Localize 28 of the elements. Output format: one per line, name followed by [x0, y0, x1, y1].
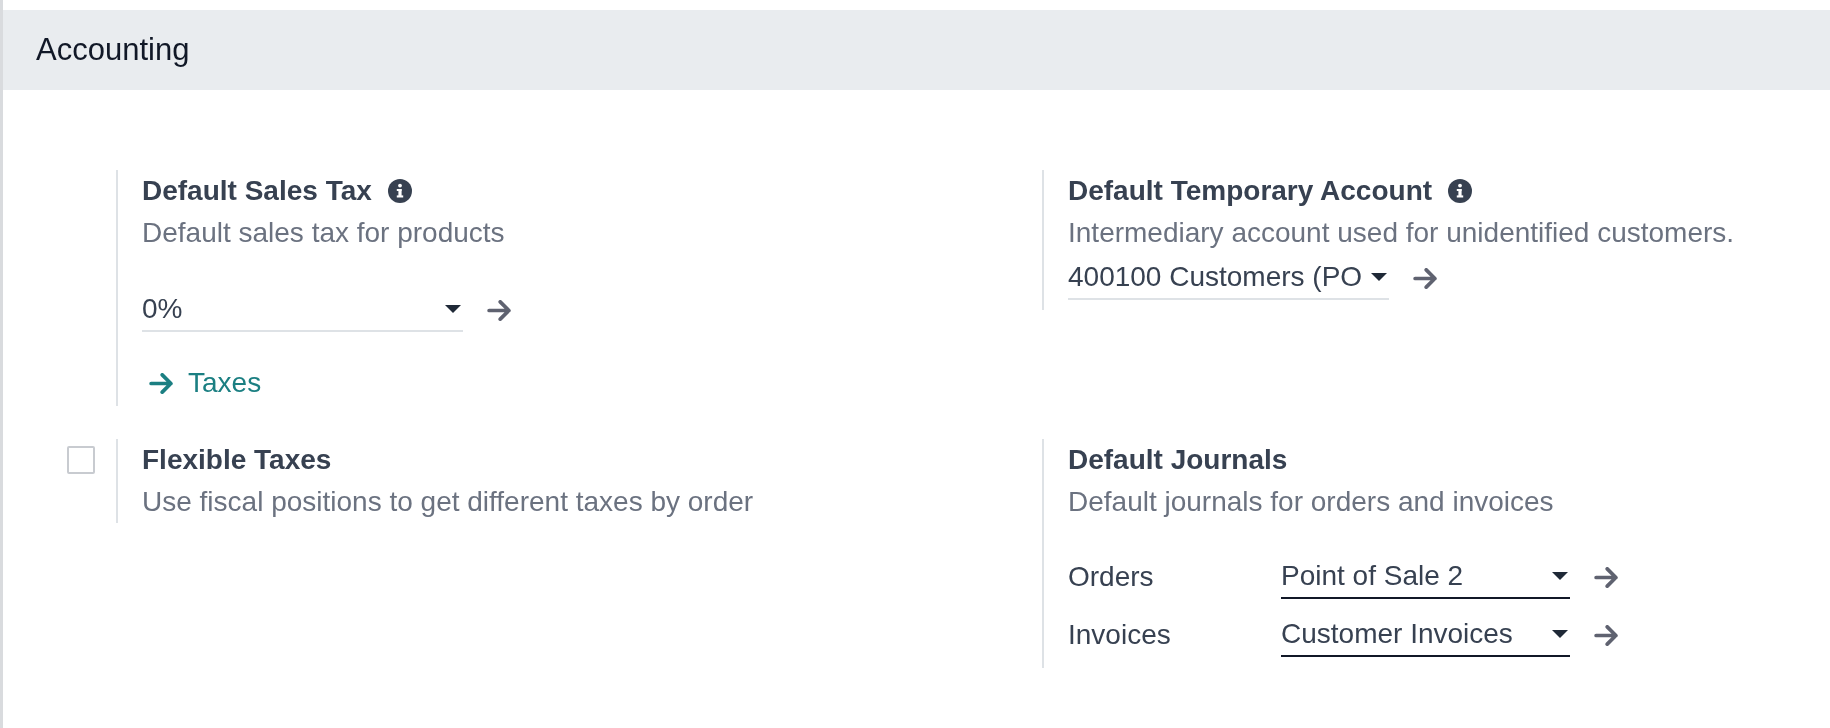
arrow-right-icon[interactable]	[1594, 624, 1618, 646]
checkbox[interactable]	[67, 446, 95, 474]
dropdown-field[interactable]: 0%	[142, 288, 463, 332]
info-icon[interactable]	[387, 179, 412, 203]
setting-title: Default Temporary Account	[1068, 174, 1433, 208]
setting-title: Default Journals	[1068, 443, 1288, 477]
setting-description: Default journals for orders and invoices	[1068, 485, 1554, 519]
arrow-right-icon	[149, 372, 173, 394]
arrow-right-icon[interactable]	[487, 299, 511, 321]
caret-icon	[1552, 572, 1568, 580]
field-label: Orders	[1068, 560, 1155, 594]
setting-description: Use fiscal positions to get different taxes by order	[142, 485, 754, 519]
arrow-right-icon[interactable]	[1594, 566, 1618, 588]
caret-icon	[445, 305, 461, 313]
dropdown-field[interactable]: Point of Sale 2	[1281, 555, 1570, 599]
setting-title: Flexible Taxes	[142, 443, 332, 477]
caret-icon	[1371, 273, 1387, 281]
setting-description: Default sales tax for products	[142, 216, 505, 250]
settings-link[interactable]: Taxes	[142, 362, 262, 404]
info-icon[interactable]	[1448, 179, 1473, 203]
arrow-right-icon[interactable]	[1413, 267, 1437, 289]
field-label: Invoices	[1068, 618, 1172, 652]
caret-icon	[1552, 630, 1568, 638]
section-title: Accounting	[36, 31, 190, 69]
setting-title: Default Sales Tax	[142, 174, 372, 208]
dropdown-field[interactable]: Customer Invoices	[1281, 613, 1570, 657]
setting-description: Intermediary account used for unidentified customers.	[1068, 216, 1735, 250]
dropdown-field[interactable]: 400100 Customers (PO	[1068, 256, 1389, 300]
